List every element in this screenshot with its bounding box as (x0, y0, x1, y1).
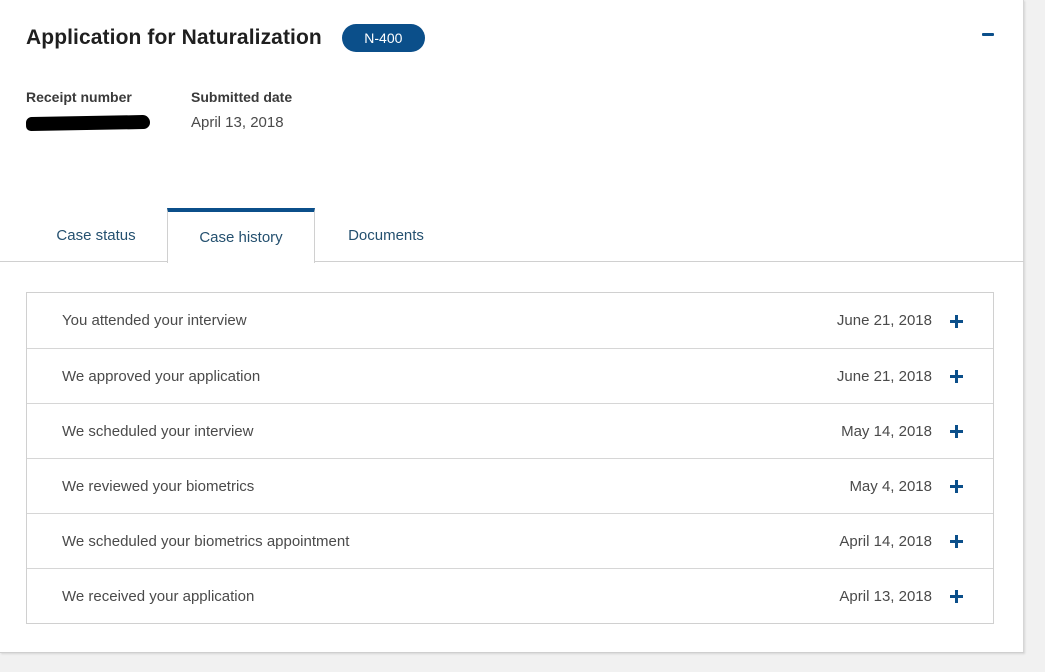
history-row-text: We received your application (62, 587, 255, 605)
plus-icon[interactable] (950, 589, 964, 603)
history-row[interactable]: We approved your application June 21, 20… (27, 348, 993, 403)
history-row[interactable]: You attended your interview June 21, 201… (27, 293, 993, 348)
history-row-date: June 21, 2018 (836, 312, 932, 329)
submitted-date-label: Submitted date (191, 89, 293, 105)
tab-case-history[interactable]: Case history (167, 208, 315, 263)
history-row[interactable]: We received your application April 13, 2… (27, 568, 993, 623)
tab-case-status[interactable]: Case status (24, 208, 168, 262)
history-row-date: May 4, 2018 (849, 477, 932, 495)
submitted-date-value: April 13, 2018 (191, 114, 284, 131)
history-row[interactable]: We scheduled your biometrics appointment… (27, 513, 993, 568)
history-row-text: We scheduled your biometrics appointment (62, 532, 350, 550)
history-row-text: You attended your interview (62, 312, 247, 329)
plus-icon[interactable] (950, 369, 964, 383)
collapse-button[interactable] (981, 24, 995, 44)
submitted-date-block: Submitted date April 13, 2018 (191, 89, 292, 131)
history-row-date: April 13, 2018 (839, 587, 932, 605)
tab-documents[interactable]: Documents (314, 208, 458, 262)
plus-icon[interactable] (950, 479, 964, 493)
receipt-number-label: Receipt number (26, 89, 132, 105)
form-badge: N-400 (341, 24, 425, 52)
history-row[interactable]: We reviewed your biometrics May 4, 2018 (27, 458, 993, 513)
case-title: Application for Naturalization (26, 26, 322, 49)
plus-icon[interactable] (950, 534, 964, 548)
history-row-text: We reviewed your biometrics (62, 477, 255, 495)
history-row[interactable]: We scheduled your interview May 14, 2018 (27, 403, 993, 458)
case-header: Application for Naturalization N-400 (26, 22, 425, 54)
history-row-date: June 21, 2018 (836, 367, 932, 385)
minus-icon (982, 32, 994, 36)
plus-icon[interactable] (950, 314, 964, 328)
case-history-list: You attended your interview June 21, 201… (26, 292, 994, 624)
redacted-receipt-number (25, 114, 151, 132)
history-row-text: We approved your application (62, 367, 261, 385)
plus-icon[interactable] (950, 424, 964, 438)
receipt-number-block: Receipt number (25, 89, 151, 132)
history-row-date: May 14, 2018 (841, 422, 932, 440)
history-row-text: We scheduled your interview (62, 422, 254, 440)
case-tabs: Case status Case history Documents (0, 208, 1024, 263)
history-row-date: April 14, 2018 (839, 532, 932, 550)
case-card: Application for Naturalization N-400 Rec… (0, 0, 1024, 653)
